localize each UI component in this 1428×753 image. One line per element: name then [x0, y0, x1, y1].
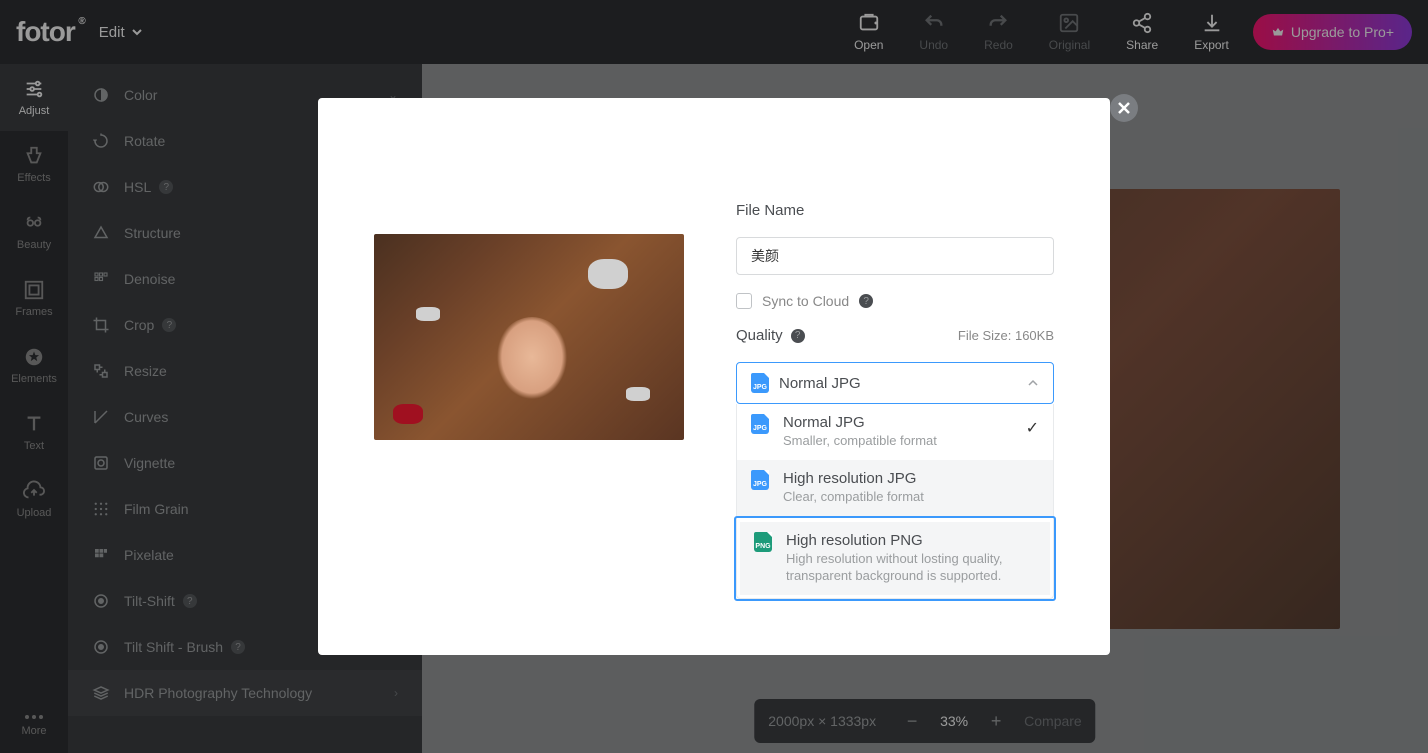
jpg-icon: JPG [751, 373, 769, 393]
export-form: File Name Sync to Cloud ? Quality ? File… [736, 202, 1054, 599]
sync-checkbox[interactable] [736, 293, 752, 309]
quality-option-2[interactable]: PNG High resolution PNG High resolution wi… [740, 522, 1050, 595]
modal-overlay: File Name Sync to Cloud ? Quality ? File… [0, 0, 1428, 753]
png-icon: PNG [754, 532, 772, 552]
highlighted-option: PNG High resolution PNG High resolution wi… [734, 516, 1056, 601]
quality-dropdown: JPG Normal JPG Smaller, compatible format ✓… [736, 404, 1054, 599]
option-subtitle: Smaller, compatible format [783, 433, 1012, 450]
check-icon: ✓ [1026, 418, 1039, 438]
file-size: File Size: 160KB [958, 328, 1054, 343]
option-subtitle: High resolution without losting quality,… [786, 551, 1036, 585]
selected-quality: Normal JPG [779, 375, 1017, 392]
close-button[interactable] [1110, 94, 1138, 122]
filename-label: File Name [736, 202, 1054, 219]
jpg-icon: JPG [751, 470, 769, 490]
export-preview [374, 234, 684, 440]
option-title: High resolution PNG [786, 532, 1036, 549]
sync-row: Sync to Cloud ? [736, 293, 1054, 309]
jpg-icon: JPG [751, 414, 769, 434]
chevron-up-icon [1027, 377, 1039, 389]
option-subtitle: Clear, compatible format [783, 489, 1039, 506]
filename-input[interactable] [736, 237, 1054, 275]
option-title: Normal JPG [783, 414, 1012, 431]
sync-label: Sync to Cloud [762, 293, 849, 309]
quality-select[interactable]: JPG Normal JPG [736, 362, 1054, 404]
quality-label: Quality [736, 327, 783, 344]
quality-option-1[interactable]: JPG High resolution JPG Clear, compatible … [737, 460, 1053, 516]
close-icon [1117, 101, 1131, 115]
quality-option-0[interactable]: JPG Normal JPG Smaller, compatible format ✓ [737, 404, 1053, 460]
help-icon[interactable]: ? [791, 329, 805, 343]
export-modal: File Name Sync to Cloud ? Quality ? File… [318, 98, 1110, 655]
option-title: High resolution JPG [783, 470, 1039, 487]
help-icon[interactable]: ? [859, 294, 873, 308]
quality-row: Quality ? File Size: 160KB [736, 327, 1054, 344]
